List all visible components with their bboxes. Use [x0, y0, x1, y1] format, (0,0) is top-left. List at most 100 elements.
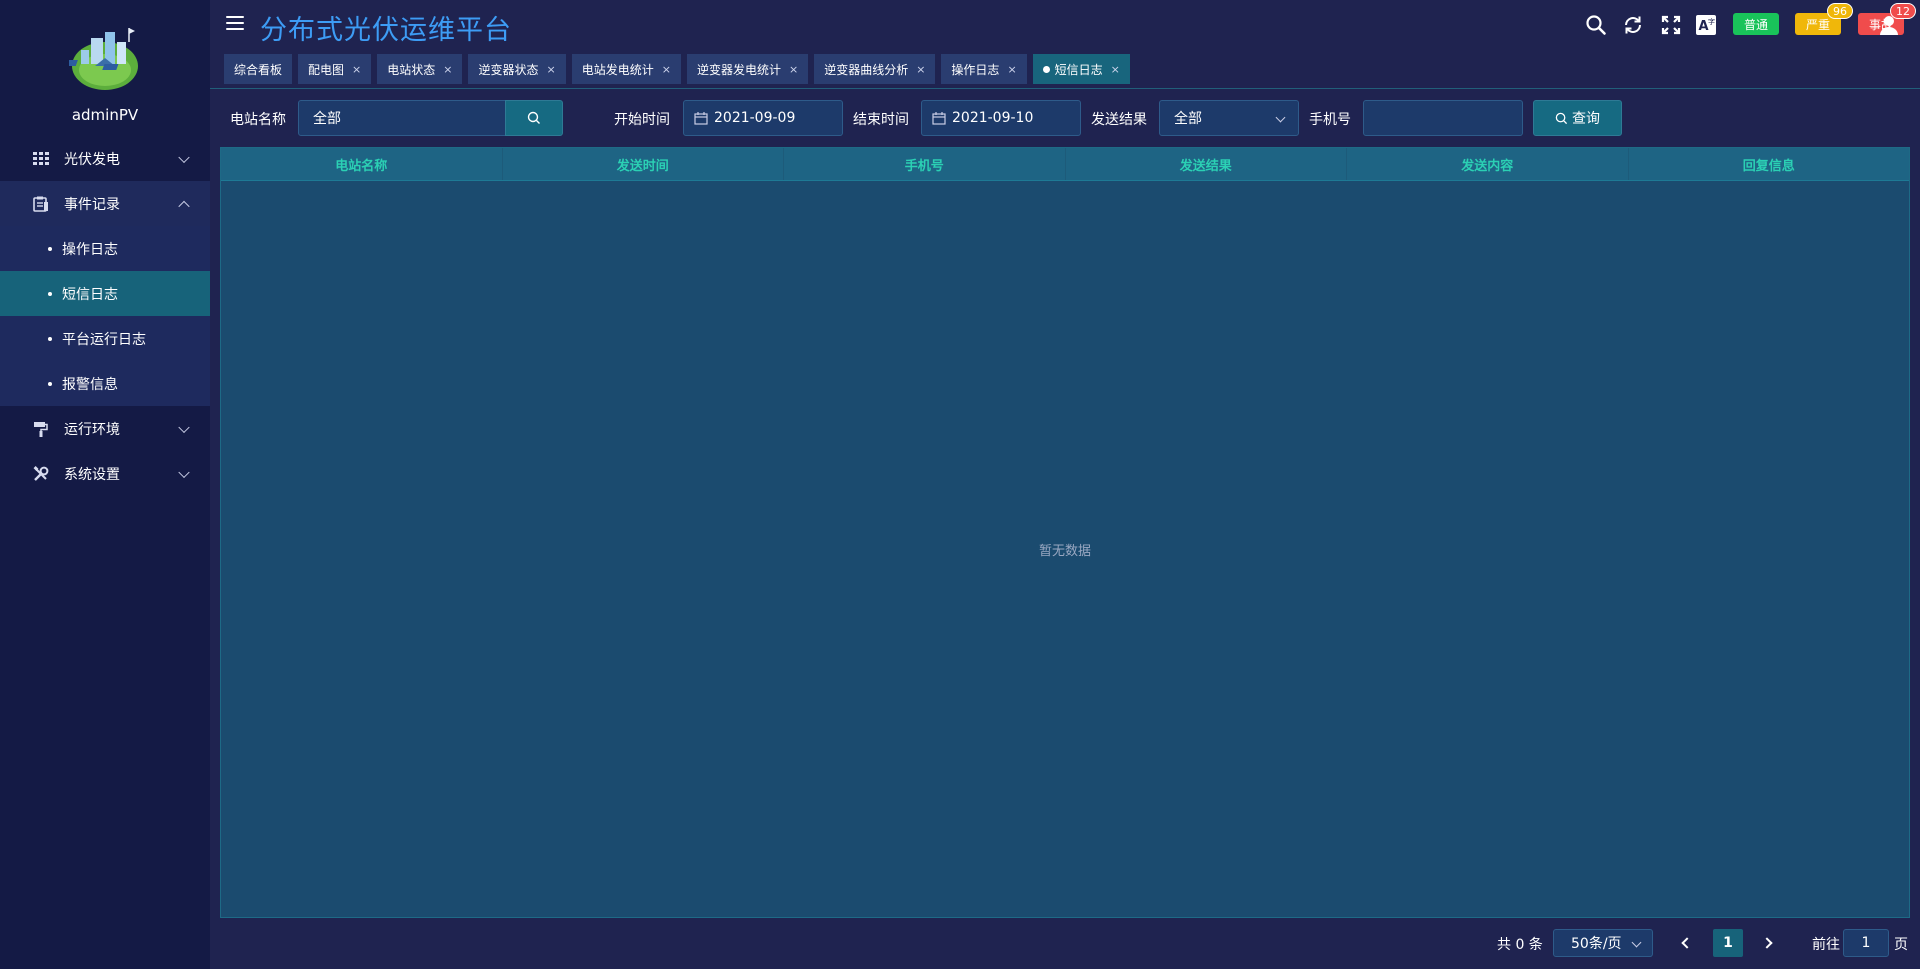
send-result-select[interactable]: 全部 [1159, 100, 1299, 136]
top-header: 分布式光伏运维平台 A字 普通 严重 96 事故 12 [210, 0, 1920, 52]
header-toolbar: A字 普通 严重 96 事故 12 [1520, 0, 1920, 52]
clipboard-icon [32, 195, 50, 213]
phone-input[interactable] [1363, 100, 1523, 136]
sidebar-subitem-alarm-info[interactable]: 报警信息 [0, 361, 210, 406]
chevron-down-icon [178, 421, 190, 433]
alarm-normal-button[interactable]: 普通 [1733, 13, 1779, 35]
chevron-down-icon [1275, 112, 1286, 123]
sidebar-item-label: 运行环境 [64, 421, 120, 438]
tab-label: 电站状态 [387, 62, 436, 77]
tools-icon [32, 465, 50, 483]
sidebar-item-event-log[interactable]: 事件记录 [0, 181, 210, 226]
phone-label: 手机号 [1309, 112, 1351, 128]
tab-distribution-diagram[interactable]: 配电图 × [298, 54, 372, 84]
station-label: 电站名称 [230, 112, 286, 128]
query-button[interactable]: 查询 [1533, 100, 1622, 136]
column-header-reply-info[interactable]: 回复信息 [1629, 148, 1910, 180]
empty-state-text: 暂无数据 [1038, 544, 1091, 559]
close-icon[interactable]: × [443, 63, 452, 76]
send-result-value: 全部 [1174, 111, 1202, 127]
end-time-label: 结束时间 [853, 112, 909, 128]
close-icon[interactable]: × [547, 63, 556, 76]
sidebar-subitem-sms-log[interactable]: 短信日志 [0, 271, 210, 316]
tab-label: 逆变器曲线分析 [824, 62, 909, 77]
search-icon [527, 111, 540, 124]
start-date-value: 2021-09-09 [714, 110, 796, 126]
sidebar-subitem-operation-log[interactable]: 操作日志 [0, 226, 210, 271]
sidebar-item-label: 光伏发电 [64, 151, 120, 168]
station-search-button[interactable] [505, 100, 563, 136]
tab-sms-log[interactable]: 短信日志 × [1032, 54, 1130, 84]
tab-inverter-curve-analysis[interactable]: 逆变器曲线分析 × [814, 54, 936, 84]
tab-dashboard[interactable]: 综合看板 [224, 54, 293, 84]
close-icon[interactable]: × [662, 63, 671, 76]
column-header-send-content[interactable]: 发送内容 [1347, 148, 1629, 180]
sidebar-item-label: 事件记录 [64, 196, 120, 213]
sidebar-subitem-platform-run-log[interactable]: 平台运行日志 [0, 316, 210, 361]
close-icon[interactable]: × [789, 63, 798, 76]
page-suffix: 页 [1894, 937, 1908, 953]
grid-icon [32, 150, 50, 168]
column-header-send-result[interactable]: 发送结果 [1066, 148, 1347, 180]
tab-divider [210, 88, 1920, 89]
active-dot-icon [1042, 65, 1050, 73]
close-icon[interactable]: × [916, 63, 925, 76]
sidebar-item-pv-generation[interactable]: 光伏发电 [0, 136, 210, 181]
chevron-left-icon [1681, 937, 1693, 949]
side-menu: 光伏发电 事件记录 操作日志 短信日志 平台运行日志 报警信息 运行环境 系统设… [0, 136, 210, 496]
tab-inverter-status[interactable]: 逆变器状态 × [468, 54, 566, 84]
search-icon[interactable] [1585, 14, 1607, 36]
column-header-station[interactable]: 电站名称 [221, 148, 503, 180]
tab-station-status[interactable]: 电站状态 × [377, 54, 463, 84]
end-date-picker[interactable]: 2021-09-10 [921, 100, 1081, 136]
total-count: 共 0 条 [1497, 937, 1543, 953]
language-icon[interactable]: A字 [1696, 15, 1716, 35]
chevron-down-icon [178, 151, 190, 163]
sidebar-item-system-settings[interactable]: 系统设置 [0, 451, 210, 496]
username: adminPV [71, 106, 139, 124]
sidebar-subitem-label: 平台运行日志 [62, 331, 146, 348]
close-icon[interactable]: × [1111, 63, 1120, 76]
tab-label: 电站发电统计 [581, 62, 654, 77]
start-date-picker[interactable]: 2021-09-09 [683, 100, 843, 136]
end-date-value: 2021-09-10 [952, 110, 1034, 126]
sidebar-subitem-label: 短信日志 [62, 286, 118, 303]
fullscreen-icon[interactable] [1660, 14, 1682, 36]
start-time-label: 开始时间 [614, 112, 670, 128]
chevron-down-icon [1631, 937, 1642, 948]
user-panel: adminPV [0, 0, 210, 136]
station-value: 全部 [313, 111, 341, 127]
goto-label: 前往 [1812, 937, 1840, 953]
column-header-phone[interactable]: 手机号 [784, 148, 1066, 180]
tab-operation-log[interactable]: 操作日志 × [941, 54, 1027, 84]
column-header-send-time[interactable]: 发送时间 [503, 148, 784, 180]
user-icon[interactable] [1878, 14, 1900, 36]
refresh-icon[interactable] [1622, 14, 1644, 36]
prev-page-button[interactable] [1673, 929, 1701, 957]
page-number-current[interactable]: 1 [1713, 929, 1743, 957]
sidebar-item-run-environment[interactable]: 运行环境 [0, 406, 210, 451]
goto-page-value: 1 [1861, 935, 1871, 951]
calendar-icon [932, 111, 946, 125]
calendar-icon [694, 111, 708, 125]
goto-page-input[interactable]: 1 [1843, 929, 1889, 957]
chevron-down-icon [178, 466, 190, 478]
next-page-button[interactable] [1753, 929, 1781, 957]
logo-globe-icon [69, 28, 138, 90]
tab-label: 短信日志 [1054, 62, 1103, 77]
close-icon[interactable]: × [1007, 63, 1016, 76]
alarm-severe-label: 严重 [1805, 17, 1830, 32]
menu-toggle-icon[interactable] [226, 16, 244, 32]
alarm-severe-button[interactable]: 严重 96 [1795, 3, 1853, 35]
station-input[interactable]: 全部 [298, 100, 506, 136]
sidebar-item-label: 系统设置 [64, 466, 120, 483]
app-title: 分布式光伏运维平台 [260, 15, 512, 46]
close-icon[interactable]: × [352, 63, 361, 76]
tab-station-generation-stats[interactable]: 电站发电统计 × [571, 54, 681, 84]
submenu-event-log: 操作日志 短信日志 平台运行日志 报警信息 [0, 226, 210, 406]
table-header: 电站名称 发送时间 手机号 发送结果 发送内容 回复信息 [221, 148, 1909, 181]
tab-inverter-generation-stats[interactable]: 逆变器发电统计 × [686, 54, 809, 84]
paint-roller-icon [32, 420, 50, 438]
tab-label: 逆变器发电统计 [696, 62, 781, 77]
page-size-select[interactable]: 50条/页 [1553, 929, 1653, 957]
